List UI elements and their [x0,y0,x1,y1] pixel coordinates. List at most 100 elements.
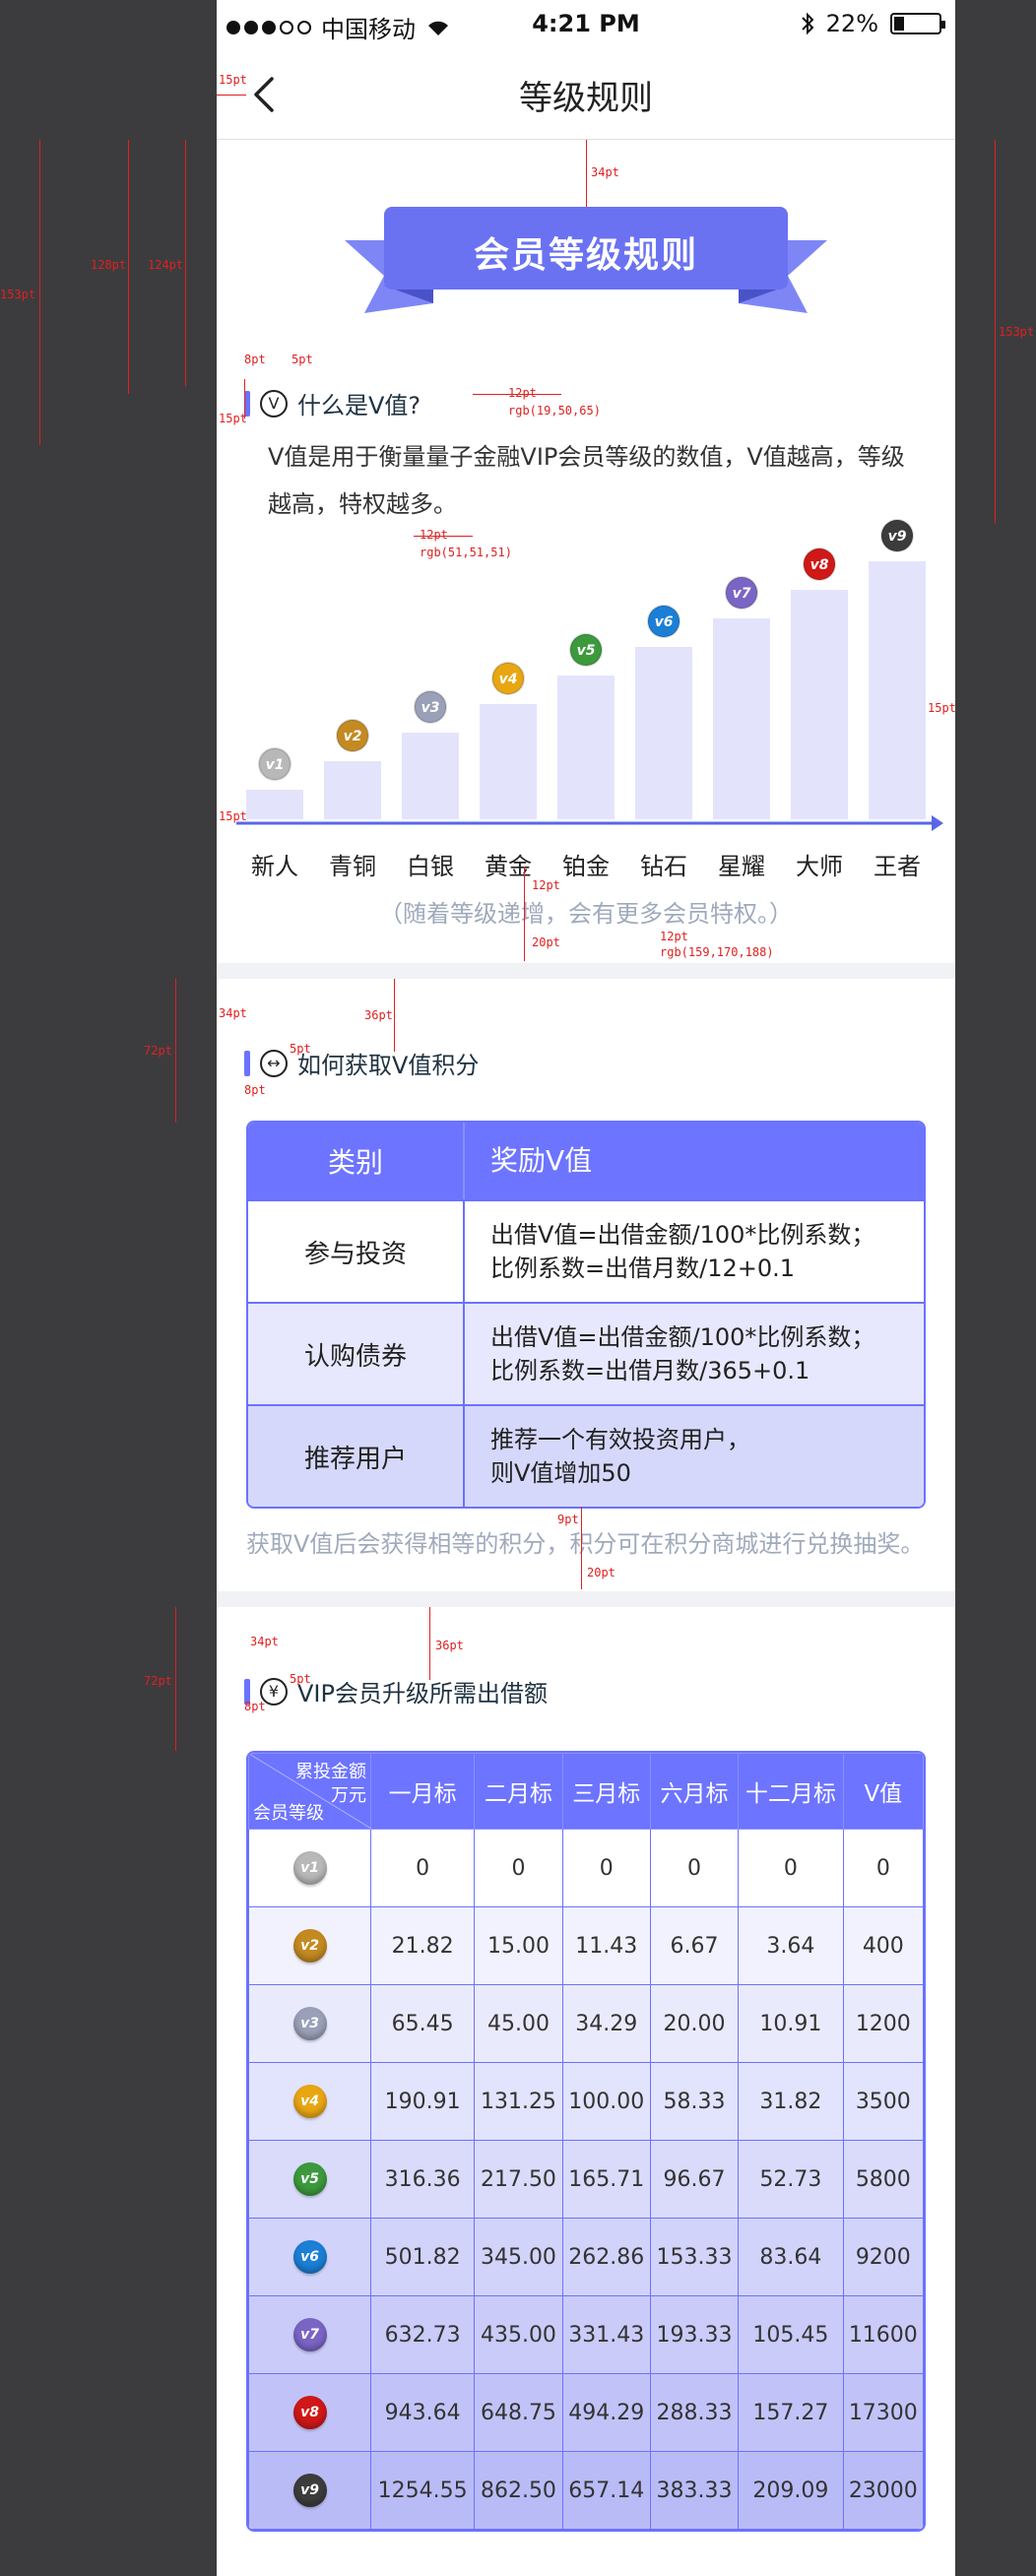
reward-cell: 出借V值=出借金额/100*比例系数； 比例系数=出借月数/365+0.1 [465,1304,924,1404]
level-badge-label: v6 [655,614,674,630]
header-cell: 类别 [248,1123,465,1199]
amount-cell: 34.29 [561,1984,651,2063]
amount-cell: 0 [738,1829,844,1907]
table-row: v7 632.73 435.00 331.43 193.33 105.45 11600 [248,2295,924,2374]
amount-cell: 400 [842,1906,924,1985]
level-badge-label: v9 [888,529,907,545]
amount-cell: 10.91 [738,1984,844,2063]
level-cell: v6 [248,2218,371,2296]
amount-cell: 435.00 [474,2295,563,2374]
reward-footnote: 获取V值后会获得相等的积分，积分可在积分商城进行兑换抽奖。 [246,1530,925,1558]
reward-line: 比例系数=出借月数/365+0.1 [490,1357,810,1385]
annotation: 12pt [508,386,537,400]
annotation: 15pt [219,73,247,87]
level-cell: v9 [248,2451,371,2530]
amount-cell: 131.25 [474,2062,563,2141]
battery-percent: 22% [825,10,878,37]
amount-cell: 0 [842,1829,924,1907]
table-row: v4 190.91 131.25 100.00 58.33 31.82 3500 [248,2062,924,2141]
upgrade-table: 累投金额 万元 会员等级 一月标 二月标 三月标 六月标 十二月标 V值 v1 0… [246,1751,926,2532]
level-badge-label: v4 [499,672,518,687]
annotation: 15pt [928,701,955,715]
amount-cell: 345.00 [474,2218,563,2296]
level-cell: v4 [248,2062,371,2141]
annotation: 128pt [91,258,127,272]
reward-table: 类别 奖励V值 参与投资 出借V值=出借金额/100*比例系数； 比例系数=出借月… [246,1121,926,1509]
annotation: rgb(159,170,188) [660,945,774,959]
table-row: v1 0 0 0 0 0 0 [248,1829,924,1907]
level-name: 黄金 [485,853,532,880]
annotation: 12pt [420,528,448,542]
annotation: 153pt [999,325,1035,339]
amount-cell: 288.33 [649,2373,740,2452]
amount-cell: 494.29 [561,2373,651,2452]
amount-cell: 6.67 [649,1906,740,1985]
page-title: 等级规则 [519,79,653,118]
reward-line: 则V值增加50 [490,1459,631,1487]
status-bar: 中国移动 4:21 PM 22% [217,0,955,51]
level-name: 铂金 [562,853,610,880]
amount-cell: 100.00 [561,2062,651,2141]
level-bar-chart: v1 v2 v3 v4 v5 v6 v7 v8 v9 [236,519,943,831]
amount-cell: 0 [561,1829,651,1907]
header-cell: 奖励V值 [490,1144,593,1177]
annotation: 5pt [291,353,313,366]
column-header: 一月标 [369,1753,476,1830]
annotation: 72pt [144,1044,172,1058]
amount-cell: 0 [369,1829,476,1907]
level-bar-v3 [402,733,459,819]
table-row: v2 21.82 15.00 11.43 6.67 3.64 400 [248,1906,924,1985]
column-header: 二月标 [474,1753,563,1830]
nav-bar: 等级规则 [217,51,955,140]
table-row: 认购债券 出借V值=出借金额/100*比例系数； 比例系数=出借月数/365+0.… [248,1302,924,1404]
section-how-to-get: ↔ 如何获取V值积分 [244,1046,479,1080]
amount-cell: 153.33 [649,2218,740,2296]
category-cell: 认购债券 [248,1304,465,1404]
amount-cell: 0 [649,1829,740,1907]
table-row: v9 1254.55 862.50 657.14 383.33 209.09 23000 [248,2451,924,2530]
level-axis-arrow [932,815,943,831]
corner-label-level: 会员等级 [253,1803,324,1824]
level-badge-label: v1 [266,757,285,773]
amount-cell: 632.73 [369,2295,476,2374]
level-badge-v4: v4 [292,2085,327,2118]
level-bar-v2 [324,761,381,819]
bluetooth-icon [801,12,814,35]
annotation: 15pt [219,809,247,823]
annotation: 12pt [532,878,560,892]
section-divider [217,1591,955,1607]
amount-cell: 23000 [842,2451,924,2530]
amount-cell: 862.50 [474,2451,563,2530]
reward-line: 出借V值=出借金额/100*比例系数； [490,1323,875,1351]
amount-cell: 501.82 [369,2218,476,2296]
amount-cell: 262.86 [561,2218,651,2296]
level-badge-v7: v7 [292,2318,327,2351]
amount-cell: 96.67 [649,2140,740,2219]
amount-cell: 52.73 [738,2140,844,2219]
annotation: 5pt [290,1672,311,1686]
amount-cell: 20.00 [649,1984,740,2063]
level-bar-v8 [791,590,848,819]
level-name: 王者 [874,853,921,880]
amount-cell: 3.64 [738,1906,844,1985]
banner-ribbon: 会员等级规则 [345,207,827,325]
annotation: 12pt [660,930,688,943]
amount-cell: 3500 [842,2062,924,2141]
amount-cell: 657.14 [561,2451,651,2530]
level-cell: v7 [248,2295,371,2374]
category-cell: 推荐用户 [248,1406,465,1507]
amount-cell: 943.64 [369,2373,476,2452]
level-badge-v2: v2 [292,1929,327,1963]
level-bar-v1 [246,790,303,819]
column-header: 六月标 [649,1753,740,1830]
level-bar-v6 [635,647,692,819]
amount-cell: 157.27 [738,2373,844,2452]
reward-line: 推荐一个有效投资用户， [490,1426,750,1453]
level-badge-label: v7 [733,586,751,602]
annotation: 20pt [587,1566,615,1579]
table-row: v5 316.36 217.50 165.71 96.67 52.73 5800 [248,2140,924,2219]
annotation: rgb(51,51,51) [420,546,512,559]
corner-label-unit: 万元 [331,1785,366,1806]
annotation: rgb(19,50,65) [508,404,601,418]
level-badge-label: v2 [344,729,362,744]
